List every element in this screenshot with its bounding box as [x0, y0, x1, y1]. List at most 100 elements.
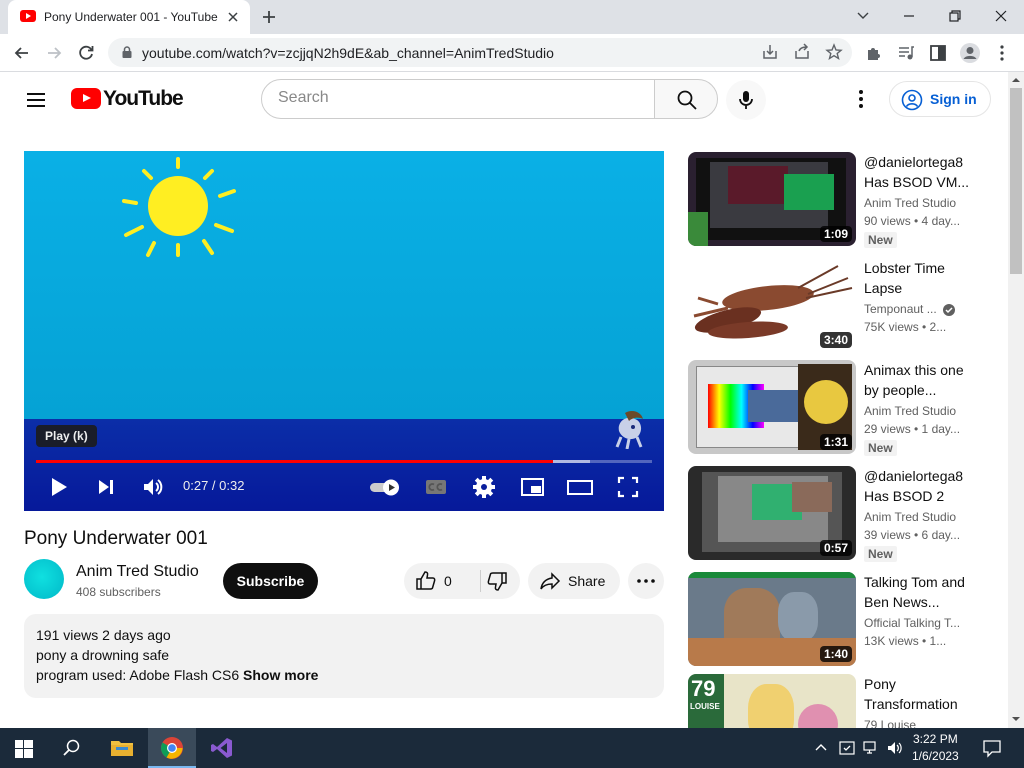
autoplay-toggle[interactable]	[368, 471, 400, 503]
dislike-button[interactable]	[481, 563, 520, 599]
chrome-taskbar-button[interactable]	[148, 728, 196, 768]
recommendation-item[interactable]: 1:09 @danielortega8 Has BSOD VM... Anim …	[688, 152, 988, 248]
address-bar[interactable]: youtube.com/watch?v=zcjjqN2h9dE&ab_chann…	[108, 38, 852, 67]
recommendation-title[interactable]: Talking Tom and Ben News...	[864, 572, 974, 612]
play-button[interactable]	[42, 471, 74, 503]
media-controls-icon[interactable]	[895, 42, 917, 64]
recommendation-channel[interactable]: Anim Tred Studio	[864, 196, 968, 210]
page-scrollbar[interactable]	[1008, 72, 1024, 728]
search-box[interactable]	[261, 79, 655, 119]
captions-button[interactable]	[420, 471, 452, 503]
recommendation-thumbnail[interactable]: 79 LOUISE	[688, 674, 856, 728]
folder-icon	[111, 741, 133, 756]
description-line-2: program used: Adobe Flash CS6 Show more	[36, 667, 318, 683]
browser-tab[interactable]: Pony Underwater 001 - YouTube	[8, 0, 250, 34]
file-explorer-button[interactable]	[98, 728, 146, 768]
share-button[interactable]: Share	[528, 563, 620, 599]
security-icon[interactable]	[838, 739, 856, 757]
windows-logo-icon	[15, 740, 33, 758]
recommendation-thumbnail[interactable]: 1:40	[688, 572, 856, 666]
fullscreen-button[interactable]	[612, 471, 644, 503]
next-button[interactable]	[90, 471, 122, 503]
back-arrow-icon[interactable]	[11, 42, 33, 64]
system-clock[interactable]: 3:22 PM 1/6/2023	[912, 731, 959, 765]
recommendation-item[interactable]: 1:40 Talking Tom and Ben News... Officia…	[688, 572, 988, 668]
recommendation-channel[interactable]: 79 Louise	[864, 718, 968, 728]
profile-avatar-icon[interactable]	[959, 42, 981, 64]
recommendation-title[interactable]: @danielortega8 Has BSOD 2	[864, 466, 974, 506]
recommendation-item[interactable]: 1:31 Animax this one by people... Anim T…	[688, 360, 988, 456]
chrome-menu-icon[interactable]	[991, 42, 1013, 64]
miniplayer-button[interactable]	[516, 471, 548, 503]
close-tab-icon[interactable]	[224, 8, 242, 26]
recommendation-title[interactable]: Animax this one by people...	[864, 360, 974, 400]
side-panel-icon[interactable]	[927, 42, 949, 64]
recommendation-channel[interactable]: Anim Tred Studio	[864, 404, 968, 418]
browser-titlebar: Pony Underwater 001 - YouTube	[0, 0, 1024, 34]
progress-played	[36, 460, 554, 463]
recommendation-item[interactable]: 0:57 @danielortega8 Has BSOD 2 Anim Tred…	[688, 466, 988, 562]
scroll-up-arrow-icon[interactable]	[1012, 76, 1020, 84]
youtube-logo[interactable]: YouTube	[71, 87, 184, 113]
network-icon[interactable]	[862, 739, 880, 757]
youtube-page: YouTube Sign in Pla	[0, 72, 1008, 728]
video-duration: 1:40	[819, 646, 852, 662]
close-window-icon[interactable]	[988, 4, 1014, 28]
scrollbar-thumb[interactable]	[1010, 88, 1022, 274]
share-label: Share	[568, 573, 606, 589]
video-player[interactable]: Play (k) 0:27 / 0:32	[24, 151, 664, 511]
bookmark-star-icon[interactable]	[824, 42, 844, 62]
minimize-icon[interactable]	[896, 4, 922, 28]
recommendation-channel[interactable]: Official Talking T...	[864, 616, 968, 630]
recommendation-thumbnail[interactable]: 1:31	[688, 360, 856, 454]
taskbar-search-button[interactable]	[48, 728, 96, 768]
hamburger-menu-icon[interactable]	[24, 88, 48, 112]
recommendation-thumbnail[interactable]: 3:40	[688, 258, 856, 352]
recommendation-channel[interactable]: Temponaut ...	[864, 302, 940, 316]
settings-gear-button[interactable]	[468, 471, 500, 503]
progress-bar[interactable]	[36, 460, 652, 463]
search-input[interactable]	[278, 89, 638, 107]
search-button[interactable]	[654, 79, 718, 119]
sign-in-button[interactable]: Sign in	[889, 81, 991, 117]
recommendation-title[interactable]: @danielortega8 Has BSOD VM...	[864, 152, 974, 192]
start-button[interactable]	[0, 728, 48, 768]
tab-search-chevron-icon[interactable]	[850, 4, 876, 28]
new-tab-icon[interactable]	[259, 7, 279, 27]
extensions-icon[interactable]	[863, 42, 885, 64]
restore-icon[interactable]	[942, 4, 968, 28]
recommendation-channel[interactable]: Anim Tred Studio	[864, 510, 968, 524]
subscribe-button[interactable]: Subscribe	[223, 563, 318, 599]
volume-button[interactable]	[137, 471, 169, 503]
share-page-icon[interactable]	[792, 42, 812, 62]
install-app-icon[interactable]	[760, 42, 780, 62]
show-hidden-icons-chevron-icon[interactable]	[814, 741, 828, 755]
recommendation-item[interactable]: 3:40 Lobster Time Lapse Temponaut ... 75…	[688, 258, 988, 354]
notifications-icon[interactable]	[982, 738, 1002, 758]
recommendation-item[interactable]: 79 LOUISE Pony Transformation 79 Louise	[688, 674, 988, 728]
youtube-favicon-icon	[20, 10, 36, 22]
channel-name[interactable]: Anim Tred Studio	[76, 563, 199, 581]
scroll-down-arrow-icon[interactable]	[1012, 715, 1020, 723]
recommendation-thumbnail[interactable]: 0:57	[688, 466, 856, 560]
volume-speaker-icon[interactable]	[886, 739, 904, 757]
description-box[interactable]: 191 views 2 days ago pony a drowning saf…	[24, 614, 664, 698]
show-more-link[interactable]: Show more	[243, 667, 318, 683]
channel-avatar[interactable]	[24, 559, 64, 599]
url-text[interactable]: youtube.com/watch?v=zcjjqN2h9dE&ab_chann…	[142, 45, 554, 61]
more-actions-button[interactable]	[628, 563, 664, 599]
forward-arrow-icon[interactable]	[43, 42, 65, 64]
like-button[interactable]: 0	[404, 563, 480, 599]
lock-icon[interactable]	[120, 45, 134, 59]
recommendation-meta: 13K views • 1...	[864, 634, 947, 648]
video-duration: 3:40	[819, 332, 852, 348]
reload-icon[interactable]	[75, 42, 97, 64]
recommendation-thumbnail[interactable]: 1:09	[688, 152, 856, 246]
recommendation-title[interactable]: Lobster Time Lapse	[864, 258, 974, 298]
theater-mode-button[interactable]	[564, 471, 596, 503]
settings-more-icon[interactable]	[849, 87, 873, 111]
voice-search-button[interactable]	[726, 80, 766, 120]
like-dislike-group: 0	[404, 563, 520, 599]
recommendation-title[interactable]: Pony Transformation	[864, 674, 974, 714]
visual-studio-button[interactable]	[198, 728, 246, 768]
